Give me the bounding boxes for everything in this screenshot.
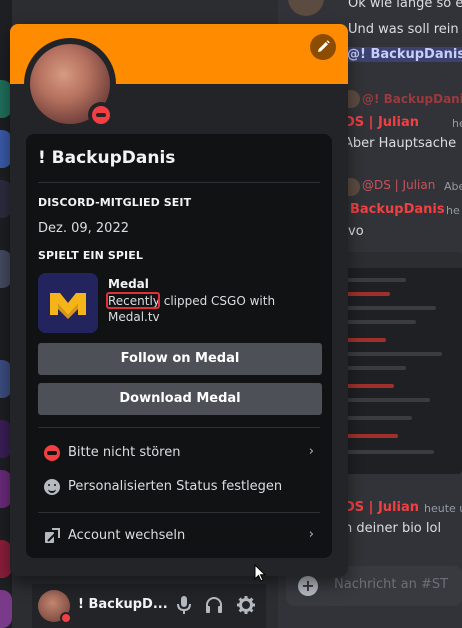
chevron-right-icon: › <box>308 444 314 459</box>
smiley-icon <box>44 479 60 495</box>
menu-item-label: Bitte nicht stören <box>68 445 181 460</box>
menu-item-custom-status[interactable]: Personalisierten Status festlegen <box>38 472 322 502</box>
switch-account-icon <box>44 528 60 544</box>
menu-item-label: Account wechseln <box>68 528 186 543</box>
chat-message: n deiner bio lol <box>344 521 442 536</box>
status-indicator <box>88 102 114 128</box>
reply-mention[interactable]: @DS | Julian <box>362 178 435 192</box>
profile-avatar[interactable] <box>24 38 116 130</box>
chat-message: Aber Hauptsache <box>344 136 457 151</box>
chat-message: Ok wie lange so en <box>348 0 462 11</box>
message-author[interactable]: BackupDanis <box>350 202 445 217</box>
gear-icon[interactable] <box>236 596 256 616</box>
attachment-line <box>346 450 434 454</box>
chat-avatar[interactable] <box>288 0 324 16</box>
divider <box>38 427 320 428</box>
user-panel: ! BackupD... <box>32 584 266 628</box>
follow-on-medal-button[interactable]: Follow on Medal <box>38 343 322 375</box>
profile-card: ! BackupDanis DISCORD-MITGLIED SEIT Dez.… <box>26 134 332 558</box>
message-author[interactable]: DS | Julian <box>344 115 419 130</box>
activity-heading: SPIELT EIN SPIEL <box>38 249 143 262</box>
dnd-status-icon <box>92 106 110 124</box>
menu-item-label: Personalisierten Status festlegen <box>68 479 283 494</box>
attachment-line <box>346 352 442 356</box>
chat-message: Und was soll rein <box>348 22 459 37</box>
attachment-line <box>346 338 386 342</box>
mouse-cursor-icon <box>254 563 267 586</box>
composer-placeholder: Nachricht an #ST <box>334 577 449 592</box>
member-since-date: Dez. 09, 2022 <box>38 221 129 236</box>
user-panel-name[interactable]: ! BackupD... <box>78 597 168 612</box>
attachment-line <box>346 384 394 388</box>
message-timestamp: heute u <box>424 502 462 515</box>
member-since-heading: DISCORD-MITGLIED SEIT <box>38 196 192 209</box>
add-attachment-icon[interactable]: + <box>298 576 318 596</box>
divider <box>38 512 320 513</box>
microphone-icon[interactable] <box>174 596 194 616</box>
attachment-line <box>346 416 412 420</box>
attachment-line <box>346 434 398 438</box>
attachment-titlebar <box>338 252 462 268</box>
screenshot-attachment[interactable] <box>338 252 462 474</box>
pencil-icon[interactable] <box>310 34 336 60</box>
profile-username: ! BackupDanis <box>38 148 176 168</box>
server-icon[interactable] <box>0 590 12 628</box>
menu-item-switch-account[interactable]: Account wechseln › <box>38 521 322 551</box>
reply-author[interactable]: @! BackupDanis <box>362 92 462 106</box>
chat-mention[interactable]: @! BackupDanis <box>344 47 462 62</box>
dnd-status-icon <box>44 445 60 461</box>
divider <box>38 182 320 183</box>
chevron-right-icon: › <box>308 527 314 542</box>
reply-preview: Abe <box>444 180 462 193</box>
headphones-icon[interactable] <box>204 596 224 616</box>
message-timestamp: he <box>446 204 460 217</box>
attachment-line <box>346 306 436 310</box>
game-name: Medal <box>108 277 149 291</box>
message-author[interactable]: DS | Julian <box>344 500 419 515</box>
attachment-line <box>346 320 416 324</box>
profile-popout: ! BackupDanis DISCORD-MITGLIED SEIT Dez.… <box>10 24 348 576</box>
download-medal-button[interactable]: Download Medal <box>38 383 322 415</box>
message-timestamp: heute u <box>452 117 462 130</box>
attachment-line <box>346 398 430 402</box>
annotation-highlight-box <box>106 292 160 309</box>
attachment-line <box>346 366 406 370</box>
chat-message: vo <box>348 224 364 239</box>
menu-item-dnd[interactable]: Bitte nicht stören › <box>38 438 322 468</box>
attachment-line <box>346 292 390 296</box>
attachment-line <box>346 278 406 282</box>
medal-logo-icon <box>38 273 98 333</box>
dnd-status-icon <box>60 612 72 624</box>
